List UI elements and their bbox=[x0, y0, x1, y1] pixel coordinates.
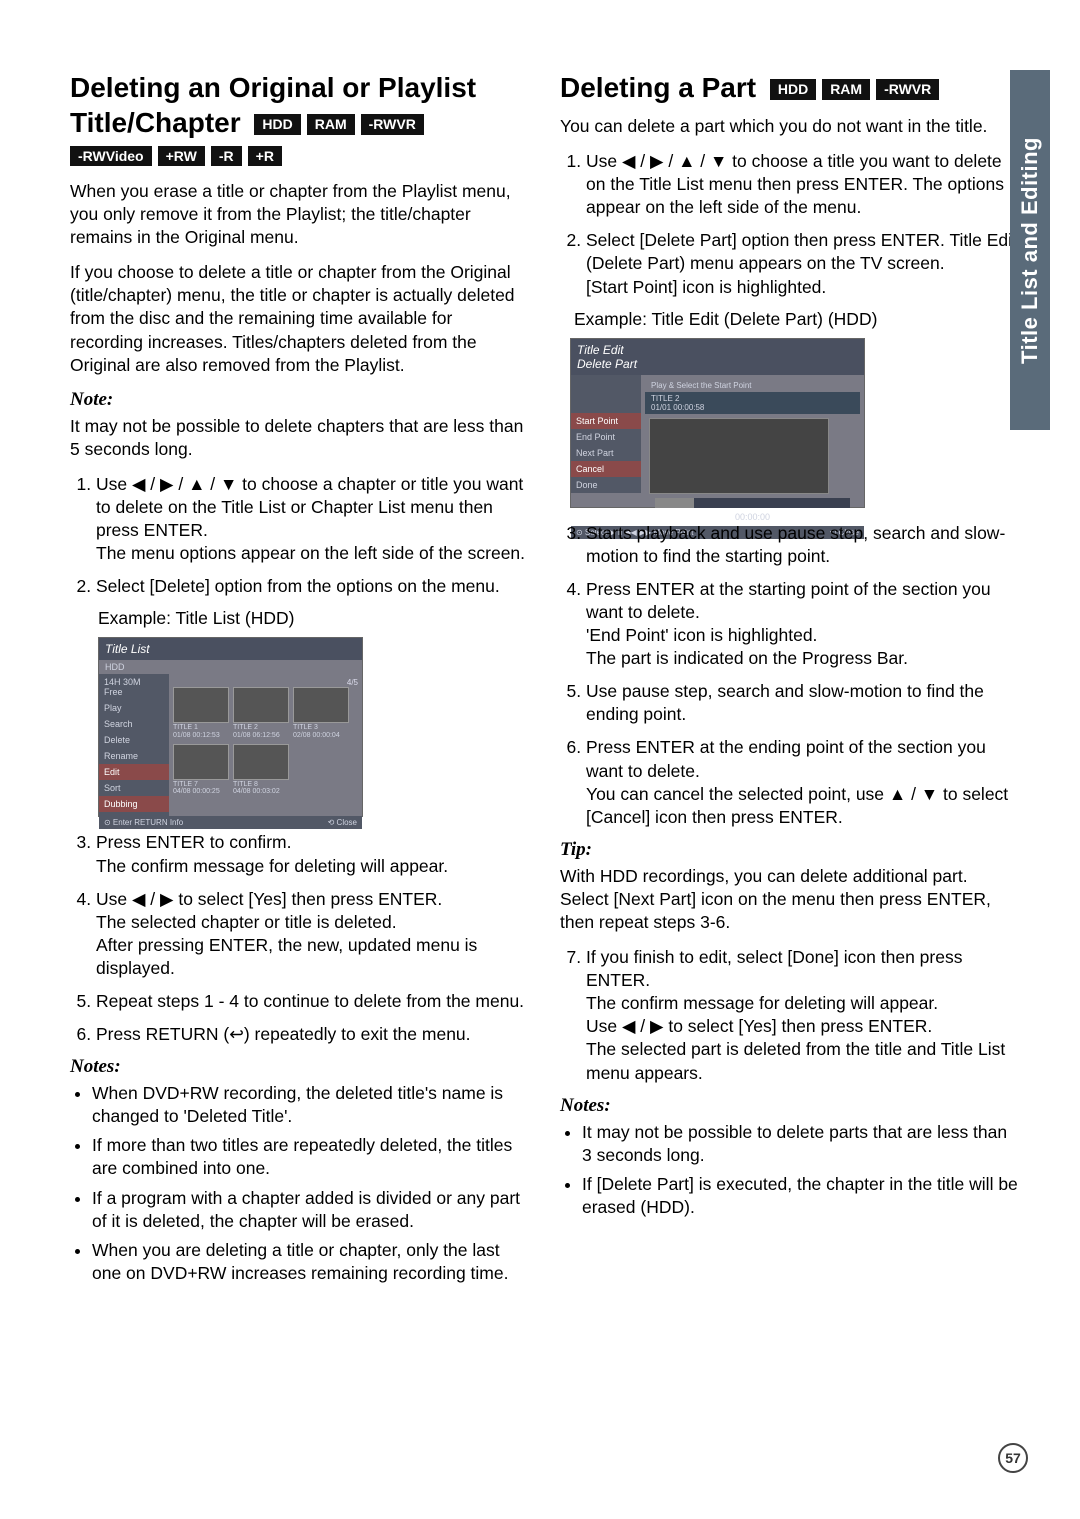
left-step-1: Use ◀ / ▶ / ▲ / ▼ to choose a chapter or… bbox=[96, 473, 530, 565]
ss2-preview bbox=[649, 418, 829, 494]
page-content: Deleting an Original or Playlist Title/C… bbox=[0, 0, 1080, 1335]
ss1-thumb-2: TITLE 201/08 06:12:56 bbox=[233, 687, 289, 739]
ss1-sidebar: 14H 30MFree Play Search Delete Rename Ed… bbox=[99, 674, 169, 816]
ss2-infoline: TITLE 201/01 00:00:58 bbox=[645, 392, 860, 414]
left-tags-row2: -RWVideo +RW -R +R bbox=[70, 146, 530, 166]
ss1-footer-left: ⊙ Enter RETURN Info bbox=[104, 818, 183, 827]
ss1-header: Title List bbox=[99, 638, 362, 660]
page-number-text: 57 bbox=[1005, 1450, 1021, 1466]
left-note-3: If a program with a chapter added is div… bbox=[92, 1187, 530, 1233]
right-step-1: Use ◀ / ▶ / ▲ / ▼ to choose a title you … bbox=[586, 150, 1020, 219]
right-tip-text: With HDD recordings, you can delete addi… bbox=[560, 865, 1020, 934]
screenshot-title-edit: Title EditDelete Part Start Point End Po… bbox=[570, 338, 865, 508]
left-steps-b: Press ENTER to confirm.The confirm messa… bbox=[70, 831, 530, 1046]
tag-minusr: -R bbox=[211, 146, 242, 166]
tag-hdd: HDD bbox=[254, 114, 300, 136]
ss1-menu-search: Search bbox=[99, 716, 169, 732]
left-note-1: When DVD+RW recording, the deleted title… bbox=[92, 1082, 530, 1128]
ss1-menu-rename: Rename bbox=[99, 748, 169, 764]
right-column: Deleting a Part HDD RAM -RWVR You can de… bbox=[560, 70, 1020, 1295]
ss2-next: Next Part bbox=[571, 445, 641, 461]
right-step-2: Select [Delete Part] option then press E… bbox=[586, 229, 1020, 298]
right-tip-title: Tip: bbox=[560, 839, 1020, 861]
right-step-4: Press ENTER at the starting point of the… bbox=[586, 578, 1020, 670]
ss2-cancel: Cancel bbox=[571, 461, 641, 477]
ss1-footer-right: ⟲ Close bbox=[328, 818, 357, 827]
screenshot-title-list: Title List HDD 14H 30MFree Play Search D… bbox=[98, 637, 363, 817]
right-steps-b: Starts playback and use pause step, sear… bbox=[560, 522, 1020, 829]
left-note-4: When you are deleting a title or chapter… bbox=[92, 1239, 530, 1285]
right-step-7: If you finish to edit, select [Done] ico… bbox=[586, 946, 1020, 1085]
rtag-hdd: HDD bbox=[770, 79, 816, 101]
left-steps-a: Use ◀ / ▶ / ▲ / ▼ to choose a chapter or… bbox=[70, 473, 530, 598]
ss1-hdd: HDD bbox=[99, 660, 362, 674]
left-step-3: Press ENTER to confirm.The confirm messa… bbox=[96, 831, 530, 877]
right-example-label: Example: Title Edit (Delete Part) (HDD) bbox=[574, 309, 1020, 330]
ss1-menu-delete: Delete bbox=[99, 732, 169, 748]
section-tab-label: Title List and Editing bbox=[1017, 137, 1043, 364]
ss1-thumb-4: TITLE 704/08 00:00:25 bbox=[173, 744, 229, 796]
left-step-2: Select [Delete] option from the options … bbox=[96, 575, 530, 598]
right-step-6: Press ENTER at the ending point of the s… bbox=[586, 736, 1020, 828]
right-notes-list: It may not be possible to delete parts t… bbox=[560, 1121, 1020, 1219]
tag-ram: RAM bbox=[307, 114, 355, 136]
right-tags: HDD RAM -RWVR bbox=[770, 79, 939, 101]
left-notes-list: When DVD+RW recording, the deleted title… bbox=[70, 1082, 530, 1285]
ss2-body: Play & Select the Start Point TITLE 201/… bbox=[641, 375, 864, 526]
ss1-thumbs: TITLE 101/08 00:12:53 TITLE 201/08 06:12… bbox=[173, 687, 358, 796]
rtag-rwvr: -RWVR bbox=[876, 79, 939, 101]
ss2-sidebar: Start Point End Point Next Part Cancel D… bbox=[571, 375, 641, 493]
ss1-menu-sort: Sort bbox=[99, 780, 169, 796]
section-tab: Title List and Editing bbox=[1010, 70, 1050, 430]
ss2-infotop: Play & Select the Start Point bbox=[645, 379, 860, 392]
ss2-start: Start Point bbox=[571, 413, 641, 429]
left-notes-title: Notes: bbox=[70, 1056, 530, 1078]
ss2-end: End Point bbox=[571, 429, 641, 445]
left-step-5: Repeat steps 1 - 4 to continue to delete… bbox=[96, 990, 530, 1013]
left-note-text: It may not be possible to delete chapter… bbox=[70, 415, 530, 461]
ss1-thumb-3: TITLE 302/08 00:00:04 bbox=[293, 687, 349, 739]
tag-plusrw: +RW bbox=[158, 146, 205, 166]
left-step-6: Press RETURN (↩) repeatedly to exit the … bbox=[96, 1023, 530, 1046]
tag-plusr: +R bbox=[248, 146, 282, 166]
left-note-2: If more than two titles are repeatedly d… bbox=[92, 1134, 530, 1180]
left-heading: Deleting an Original or Playlist Title/C… bbox=[70, 70, 530, 140]
right-note-1: It may not be possible to delete parts t… bbox=[582, 1121, 1020, 1167]
ss2-header: Title EditDelete Part bbox=[571, 339, 864, 375]
ss1-menu-dubbing: Dubbing bbox=[99, 796, 169, 812]
rtag-ram: RAM bbox=[822, 79, 870, 101]
ss1-body: 4/5 TITLE 101/08 00:12:53 TITLE 201/08 0… bbox=[169, 674, 362, 800]
ss1-menu-edit: Edit bbox=[99, 764, 169, 780]
ss2-progress bbox=[655, 498, 850, 508]
right-steps-c: If you finish to edit, select [Done] ico… bbox=[560, 946, 1020, 1085]
tag-rwvr: -RWVR bbox=[361, 114, 424, 136]
ss1-pager: 4/5 bbox=[173, 678, 358, 687]
ss1-thumb-1: TITLE 101/08 00:12:53 bbox=[173, 687, 229, 739]
right-steps-a: Use ◀ / ▶ / ▲ / ▼ to choose a title you … bbox=[560, 150, 1020, 299]
page-number: 57 bbox=[998, 1443, 1028, 1473]
right-step-5: Use pause step, search and slow-motion t… bbox=[586, 680, 1020, 726]
right-note-2: If [Delete Part] is executed, the chapte… bbox=[582, 1173, 1020, 1219]
left-tags-row1: HDD RAM -RWVR bbox=[254, 114, 423, 136]
left-para-1: When you erase a title or chapter from t… bbox=[70, 180, 530, 249]
right-heading-text: Deleting a Part bbox=[560, 72, 756, 103]
left-step-4: Use ◀ / ▶ to select [Yes] then press ENT… bbox=[96, 888, 530, 980]
right-step-3: Starts playback and use pause step, sear… bbox=[586, 522, 1020, 568]
right-para-1: You can delete a part which you do not w… bbox=[560, 115, 1020, 138]
ss1-thumb-5: TITLE 804/08 00:03:02 bbox=[233, 744, 289, 796]
ss2-done: Done bbox=[571, 477, 641, 493]
ss2-time: 00:00:00 bbox=[645, 512, 860, 522]
ss1-menu-play: Play bbox=[99, 700, 169, 716]
right-notes-title: Notes: bbox=[560, 1095, 1020, 1117]
left-example-label: Example: Title List (HDD) bbox=[98, 608, 530, 629]
ss1-free: 14H 30MFree bbox=[99, 674, 169, 700]
right-heading: Deleting a Part HDD RAM -RWVR bbox=[560, 70, 1020, 105]
left-para-2: If you choose to delete a title or chapt… bbox=[70, 261, 530, 376]
ss1-footer: ⊙ Enter RETURN Info ⟲ Close bbox=[99, 816, 362, 829]
left-column: Deleting an Original or Playlist Title/C… bbox=[70, 70, 530, 1295]
tag-rwvideo: -RWVideo bbox=[70, 146, 152, 166]
left-note-title: Note: bbox=[70, 389, 530, 411]
